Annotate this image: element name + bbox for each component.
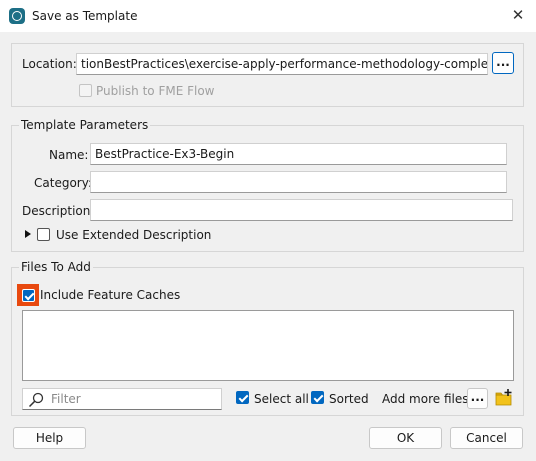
add-more-files-label: Add more files: <box>382 392 473 406</box>
name-label: Name: <box>49 148 89 162</box>
ok-button-label: OK <box>396 431 415 445</box>
filter-input[interactable]: Filter <box>22 388 222 410</box>
publish-checkbox[interactable] <box>79 84 92 97</box>
close-icon[interactable]: ✕ <box>500 0 536 32</box>
title-bar: Save as Template ✕ <box>0 0 536 32</box>
cancel-button-label: Cancel <box>466 431 507 445</box>
help-button[interactable]: Help <box>13 427 86 449</box>
folder-add-icon[interactable] <box>494 388 514 408</box>
add-more-files-button[interactable]: ... <box>467 388 488 409</box>
files-list[interactable] <box>22 310 514 381</box>
extended-description-checkbox[interactable] <box>37 228 50 241</box>
expand-triangle-icon[interactable] <box>24 229 32 239</box>
sorted-label: Sorted <box>329 392 369 406</box>
select-all-label: Select all <box>254 392 309 406</box>
sorted-checkbox[interactable] <box>311 391 324 404</box>
app-icon <box>9 8 25 24</box>
include-caches-label: Include Feature Caches <box>40 288 181 302</box>
help-button-label: Help <box>35 431 64 445</box>
category-label: Category: <box>34 176 92 190</box>
ok-button[interactable]: OK <box>369 427 442 449</box>
extended-description-label: Use Extended Description <box>56 228 212 242</box>
filter-placeholder: Filter <box>51 392 81 406</box>
window-title: Save as Template <box>32 9 138 23</box>
category-field[interactable] <box>90 171 507 193</box>
select-all-checkbox[interactable] <box>236 391 249 404</box>
description-field[interactable] <box>90 199 513 221</box>
search-icon <box>28 392 44 408</box>
name-field[interactable]: BestPractice-Ex3-Begin <box>90 143 507 165</box>
location-label: Location: <box>22 57 77 71</box>
publish-label: Publish to FME Flow <box>96 84 215 98</box>
include-caches-checkbox[interactable] <box>22 289 35 302</box>
files-to-add-title: Files To Add <box>19 260 93 274</box>
add-more-files-button-label: ... <box>470 390 485 404</box>
template-parameters-title: Template Parameters <box>19 118 151 132</box>
browse-location-label: ... <box>496 55 510 69</box>
browse-location-button[interactable]: ... <box>492 52 514 74</box>
description-label: Description: <box>22 204 95 218</box>
location-field[interactable]: tionBestPractices\exercise-apply-perform… <box>76 53 488 75</box>
cancel-button[interactable]: Cancel <box>450 427 523 449</box>
